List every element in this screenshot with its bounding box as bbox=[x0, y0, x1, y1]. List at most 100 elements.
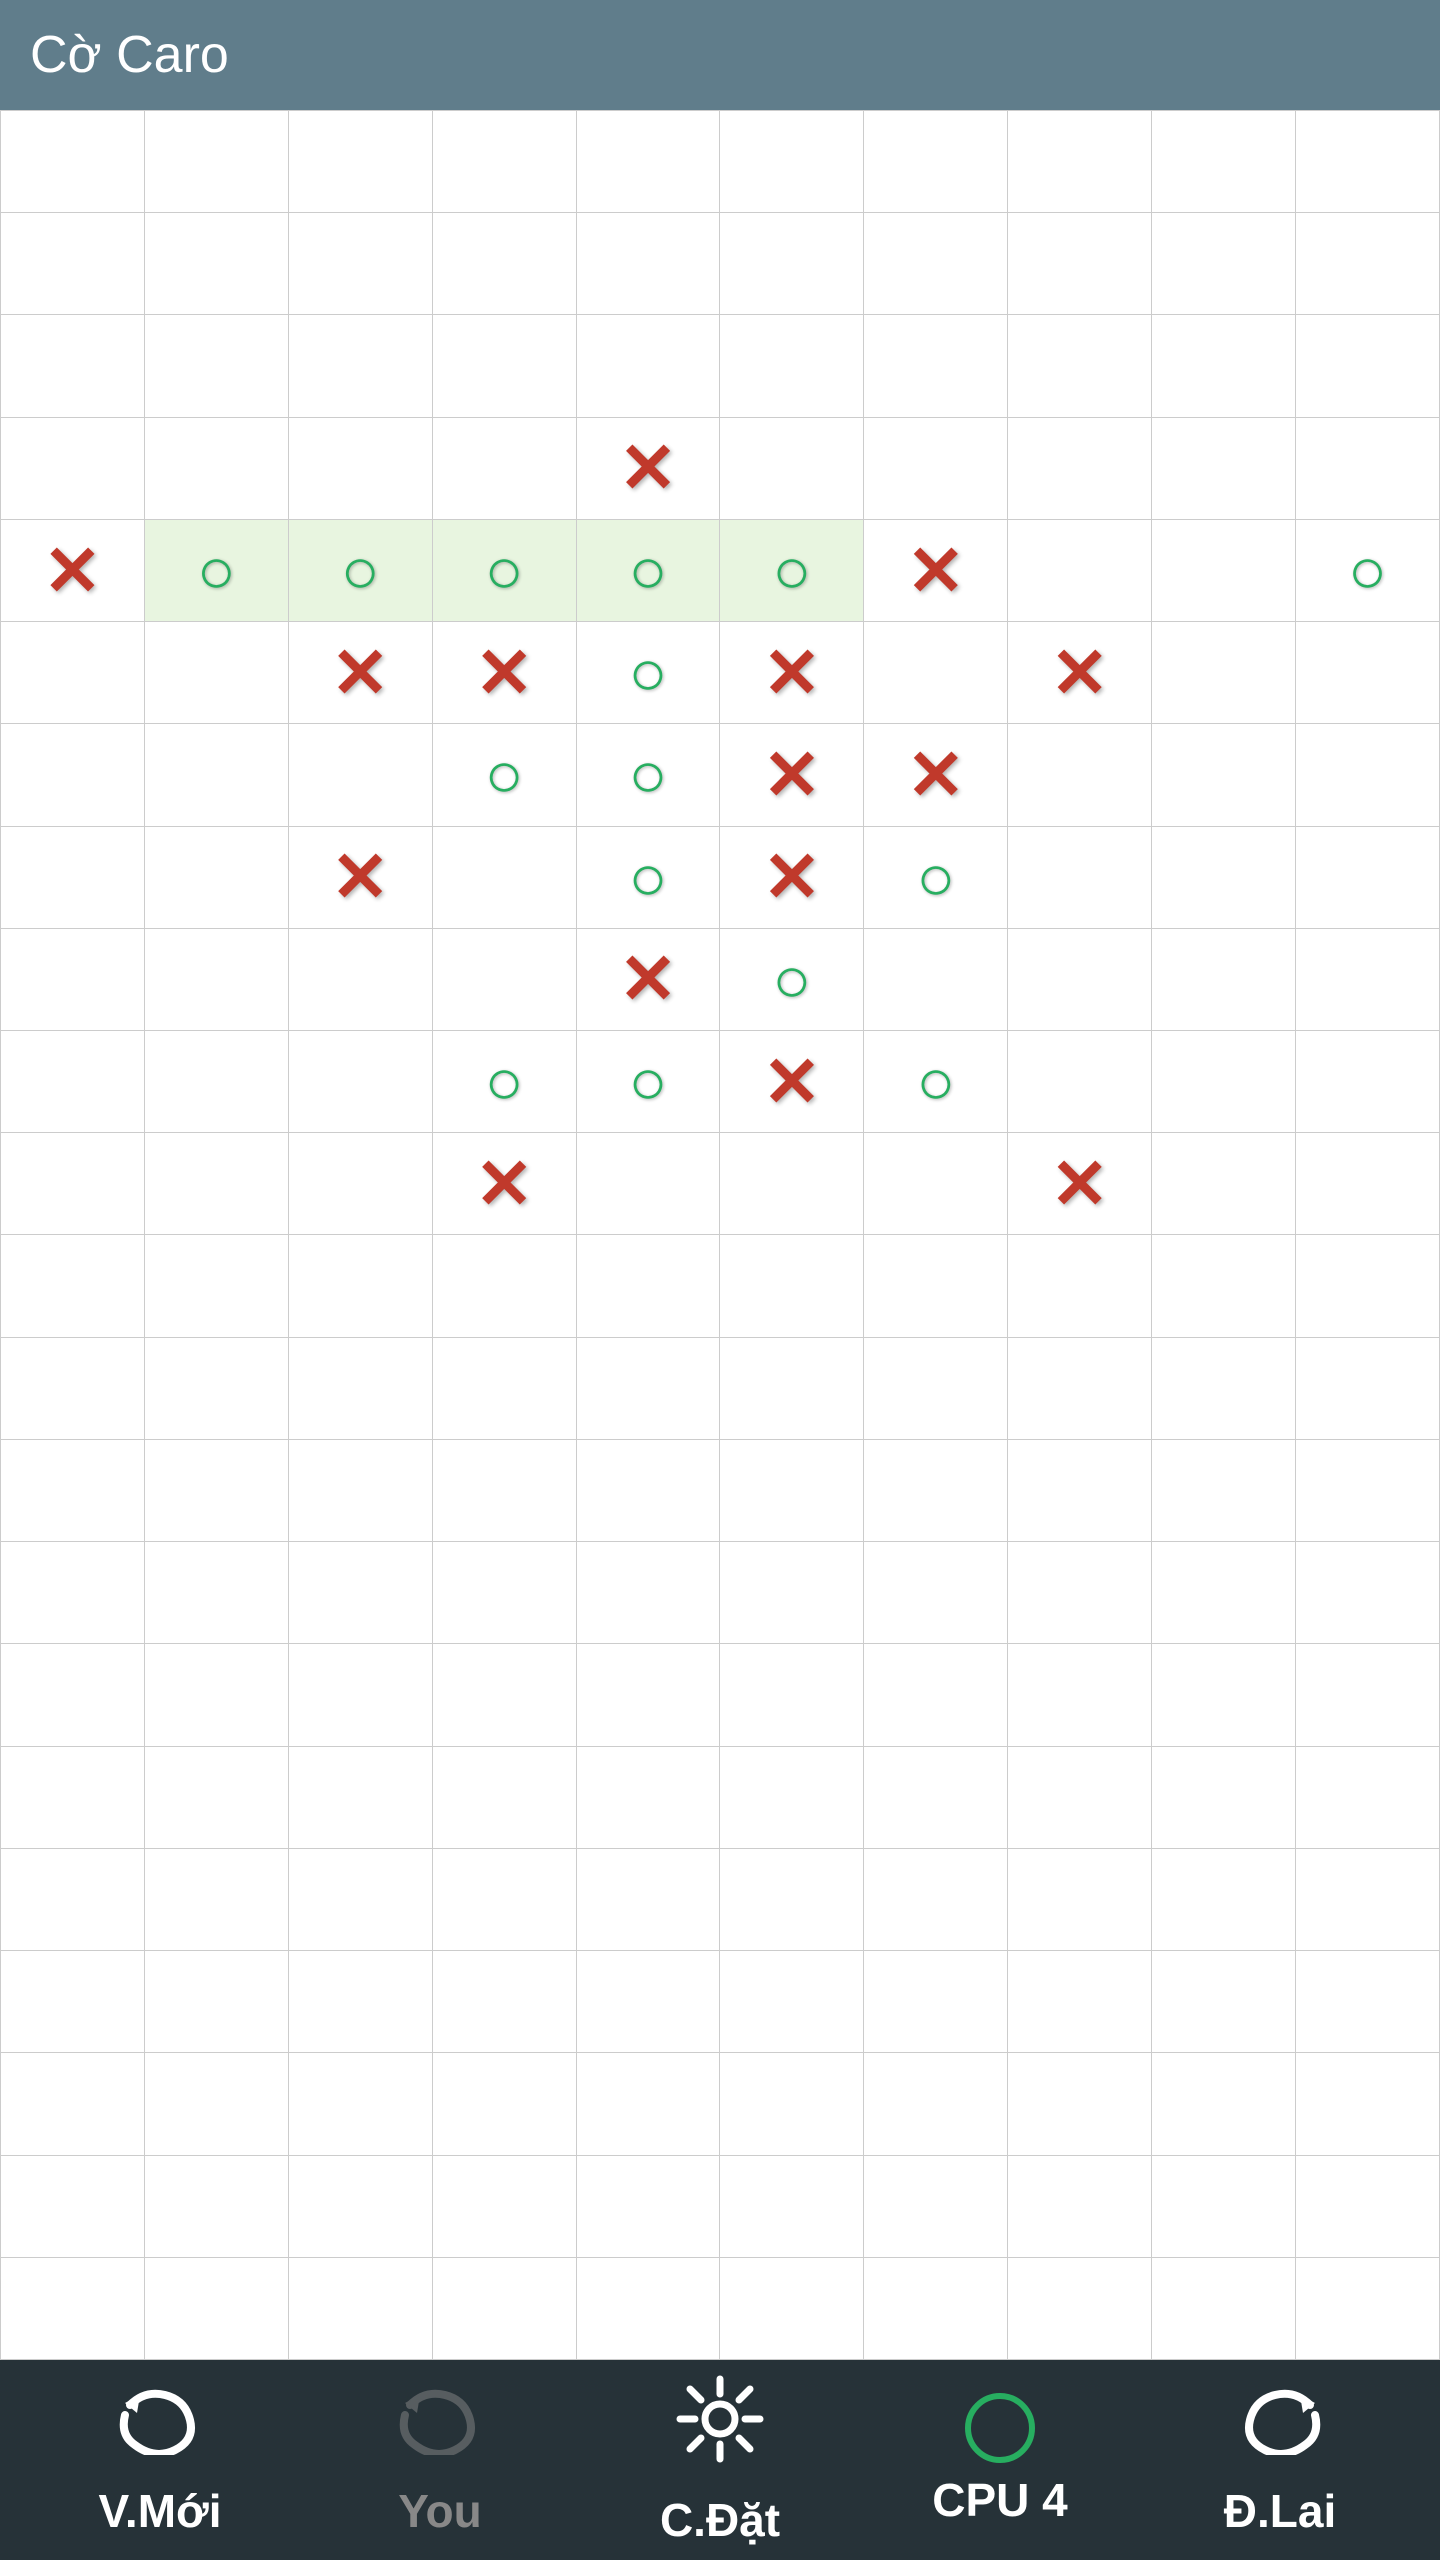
board-cell[interactable] bbox=[433, 724, 577, 826]
board-cell[interactable] bbox=[1152, 1747, 1296, 1849]
board-cell[interactable] bbox=[145, 2258, 289, 2360]
board-cell[interactable] bbox=[864, 1133, 1008, 1235]
board-cell[interactable] bbox=[289, 2258, 433, 2360]
board-cell[interactable] bbox=[720, 1542, 864, 1644]
board-cell[interactable] bbox=[720, 1644, 864, 1746]
board-cell[interactable] bbox=[1, 1031, 145, 1133]
board-cell[interactable] bbox=[145, 1338, 289, 1440]
board-cell[interactable] bbox=[720, 2258, 864, 2360]
board-cell[interactable] bbox=[720, 724, 864, 826]
board-cell[interactable] bbox=[1152, 1440, 1296, 1542]
settings-button[interactable]: C.Đặt bbox=[620, 2374, 820, 2547]
board-cell[interactable] bbox=[1296, 1644, 1440, 1746]
board-cell[interactable] bbox=[864, 1542, 1008, 1644]
board-cell[interactable] bbox=[1296, 1440, 1440, 1542]
board-cell[interactable] bbox=[1296, 622, 1440, 724]
board-cell[interactable] bbox=[720, 1440, 864, 1542]
board-cell[interactable] bbox=[433, 520, 577, 622]
board-cell[interactable] bbox=[433, 213, 577, 315]
board-cell[interactable] bbox=[145, 622, 289, 724]
board-cell[interactable] bbox=[1, 1338, 145, 1440]
board-cell[interactable] bbox=[289, 1235, 433, 1337]
board-cell[interactable] bbox=[1008, 724, 1152, 826]
board-cell[interactable] bbox=[864, 1644, 1008, 1746]
board-cell[interactable] bbox=[145, 1951, 289, 2053]
board-cell[interactable] bbox=[145, 2053, 289, 2155]
board-cell[interactable] bbox=[864, 111, 1008, 213]
board-cell[interactable] bbox=[1152, 418, 1296, 520]
board-cell[interactable] bbox=[433, 929, 577, 1031]
board-cell[interactable] bbox=[145, 1235, 289, 1337]
board-cell[interactable] bbox=[1, 1849, 145, 1951]
board-cell[interactable] bbox=[1008, 1849, 1152, 1951]
board-cell[interactable] bbox=[577, 724, 721, 826]
board-cell[interactable] bbox=[1152, 111, 1296, 213]
board-cell[interactable] bbox=[577, 213, 721, 315]
board-cell[interactable] bbox=[1008, 622, 1152, 724]
board-cell[interactable] bbox=[864, 827, 1008, 929]
board-cell[interactable] bbox=[720, 1338, 864, 1440]
board-cell[interactable] bbox=[720, 827, 864, 929]
board-cell[interactable] bbox=[1296, 1338, 1440, 1440]
board-cell[interactable] bbox=[1296, 1235, 1440, 1337]
board-cell[interactable] bbox=[1152, 1133, 1296, 1235]
board-cell[interactable] bbox=[1, 520, 145, 622]
board-cell[interactable] bbox=[1, 1440, 145, 1542]
board-cell[interactable] bbox=[1, 418, 145, 520]
board-cell[interactable] bbox=[1008, 1031, 1152, 1133]
board-cell[interactable] bbox=[145, 1542, 289, 1644]
board-cell[interactable] bbox=[1008, 827, 1152, 929]
board-cell[interactable] bbox=[577, 1235, 721, 1337]
board-cell[interactable] bbox=[577, 2156, 721, 2258]
board-cell[interactable] bbox=[145, 1644, 289, 1746]
board-cell[interactable] bbox=[289, 622, 433, 724]
board-cell[interactable] bbox=[577, 418, 721, 520]
undo-button[interactable]: Đ.Lai bbox=[1180, 2382, 1380, 2538]
board-cell[interactable] bbox=[145, 315, 289, 417]
board-cell[interactable] bbox=[1296, 724, 1440, 826]
board-cell[interactable] bbox=[1152, 1235, 1296, 1337]
board-cell[interactable] bbox=[433, 1133, 577, 1235]
board-cell[interactable] bbox=[720, 1031, 864, 1133]
board-cell[interactable] bbox=[433, 1747, 577, 1849]
board-cell[interactable] bbox=[1152, 1849, 1296, 1951]
board-cell[interactable] bbox=[577, 622, 721, 724]
board-cell[interactable] bbox=[1008, 1440, 1152, 1542]
board-cell[interactable] bbox=[1152, 2258, 1296, 2360]
board-cell[interactable] bbox=[1152, 1338, 1296, 1440]
board-cell[interactable] bbox=[577, 2258, 721, 2360]
board-cell[interactable] bbox=[1152, 622, 1296, 724]
board-cell[interactable] bbox=[145, 1849, 289, 1951]
board-cell[interactable] bbox=[1008, 1951, 1152, 2053]
board-cell[interactable] bbox=[145, 213, 289, 315]
board-cell[interactable] bbox=[1152, 520, 1296, 622]
board-cell[interactable] bbox=[1, 724, 145, 826]
board-cell[interactable] bbox=[1296, 2053, 1440, 2155]
board-cell[interactable] bbox=[1296, 1849, 1440, 1951]
board-cell[interactable] bbox=[720, 418, 864, 520]
board-cell[interactable] bbox=[289, 418, 433, 520]
board-cell[interactable] bbox=[433, 1338, 577, 1440]
board-cell[interactable] bbox=[720, 213, 864, 315]
board-cell[interactable] bbox=[1296, 1542, 1440, 1644]
board-cell[interactable] bbox=[577, 1747, 721, 1849]
board-cell[interactable] bbox=[720, 520, 864, 622]
board-cell[interactable] bbox=[577, 1644, 721, 1746]
board-cell[interactable] bbox=[289, 2156, 433, 2258]
board-cell[interactable] bbox=[145, 1747, 289, 1849]
board-cell[interactable] bbox=[289, 111, 433, 213]
board-cell[interactable] bbox=[1, 622, 145, 724]
board-cell[interactable] bbox=[433, 1440, 577, 1542]
board-cell[interactable] bbox=[1, 1644, 145, 1746]
board-cell[interactable] bbox=[433, 1951, 577, 2053]
board-cell[interactable] bbox=[145, 111, 289, 213]
board-cell[interactable] bbox=[1152, 213, 1296, 315]
board-cell[interactable] bbox=[864, 724, 1008, 826]
board-cell[interactable] bbox=[145, 827, 289, 929]
board-cell[interactable] bbox=[289, 724, 433, 826]
board-cell[interactable] bbox=[577, 1338, 721, 1440]
board-cell[interactable] bbox=[1008, 315, 1152, 417]
board-cell[interactable] bbox=[864, 213, 1008, 315]
board-cell[interactable] bbox=[1296, 418, 1440, 520]
board-cell[interactable] bbox=[864, 1747, 1008, 1849]
